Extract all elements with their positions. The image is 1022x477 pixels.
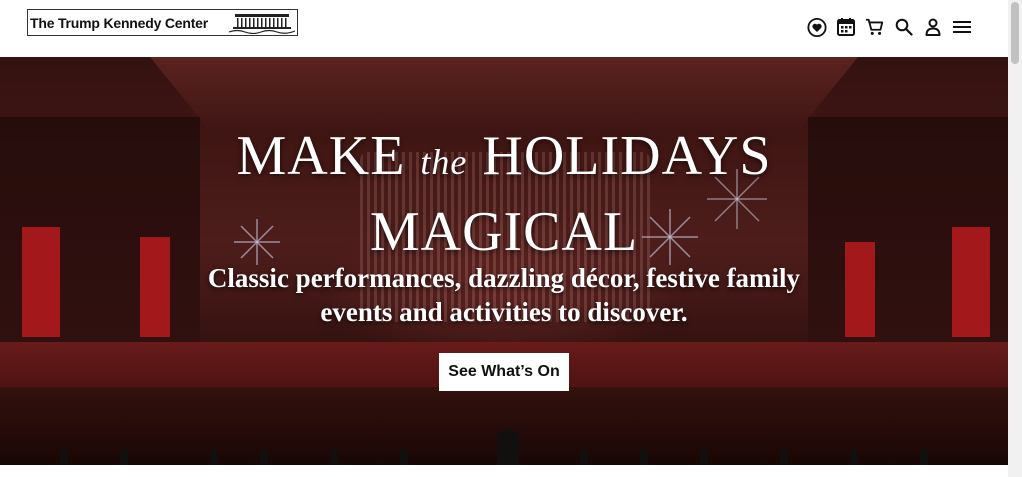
hero-subtitle-line2: events and activities to discover. [320,297,688,327]
hero-subtitle-line1: Classic performances, dazzling décor, fe… [207,263,801,293]
page-content-start [0,465,1008,477]
hero-subtitle: Classic performances, dazzling décor, fe… [0,261,1008,329]
heart-icon[interactable] [807,16,827,38]
search-icon[interactable] [894,16,914,38]
hero-title-holidays: HOLIDAYS [482,125,772,187]
hero-title: MAKE the HOLIDAYS MAGICAL [0,121,1008,267]
hero-title-make: MAKE [236,125,406,187]
user-icon[interactable] [923,16,943,38]
page-scrollbar[interactable] [1008,0,1022,477]
header-icon-bar [807,16,972,38]
hero-title-the: the [420,142,468,182]
cart-icon[interactable] [865,16,885,38]
see-whats-on-button[interactable]: See What’s On [439,353,569,391]
menu-icon[interactable] [952,16,972,38]
logo-text: The Trump Kennedy Center [30,14,209,31]
scrollbar-thumb[interactable] [1011,2,1019,64]
hero-banner: MAKE the HOLIDAYS MAGICAL Classic perfor… [0,57,1008,465]
site-logo[interactable]: The Trump Kennedy Center [27,9,298,36]
calendar-icon[interactable] [836,16,856,38]
hero-title-magical: MAGICAL [369,201,639,263]
site-header: The Trump Kennedy Center [0,0,1008,57]
kennedy-center-building-icon [229,14,295,34]
